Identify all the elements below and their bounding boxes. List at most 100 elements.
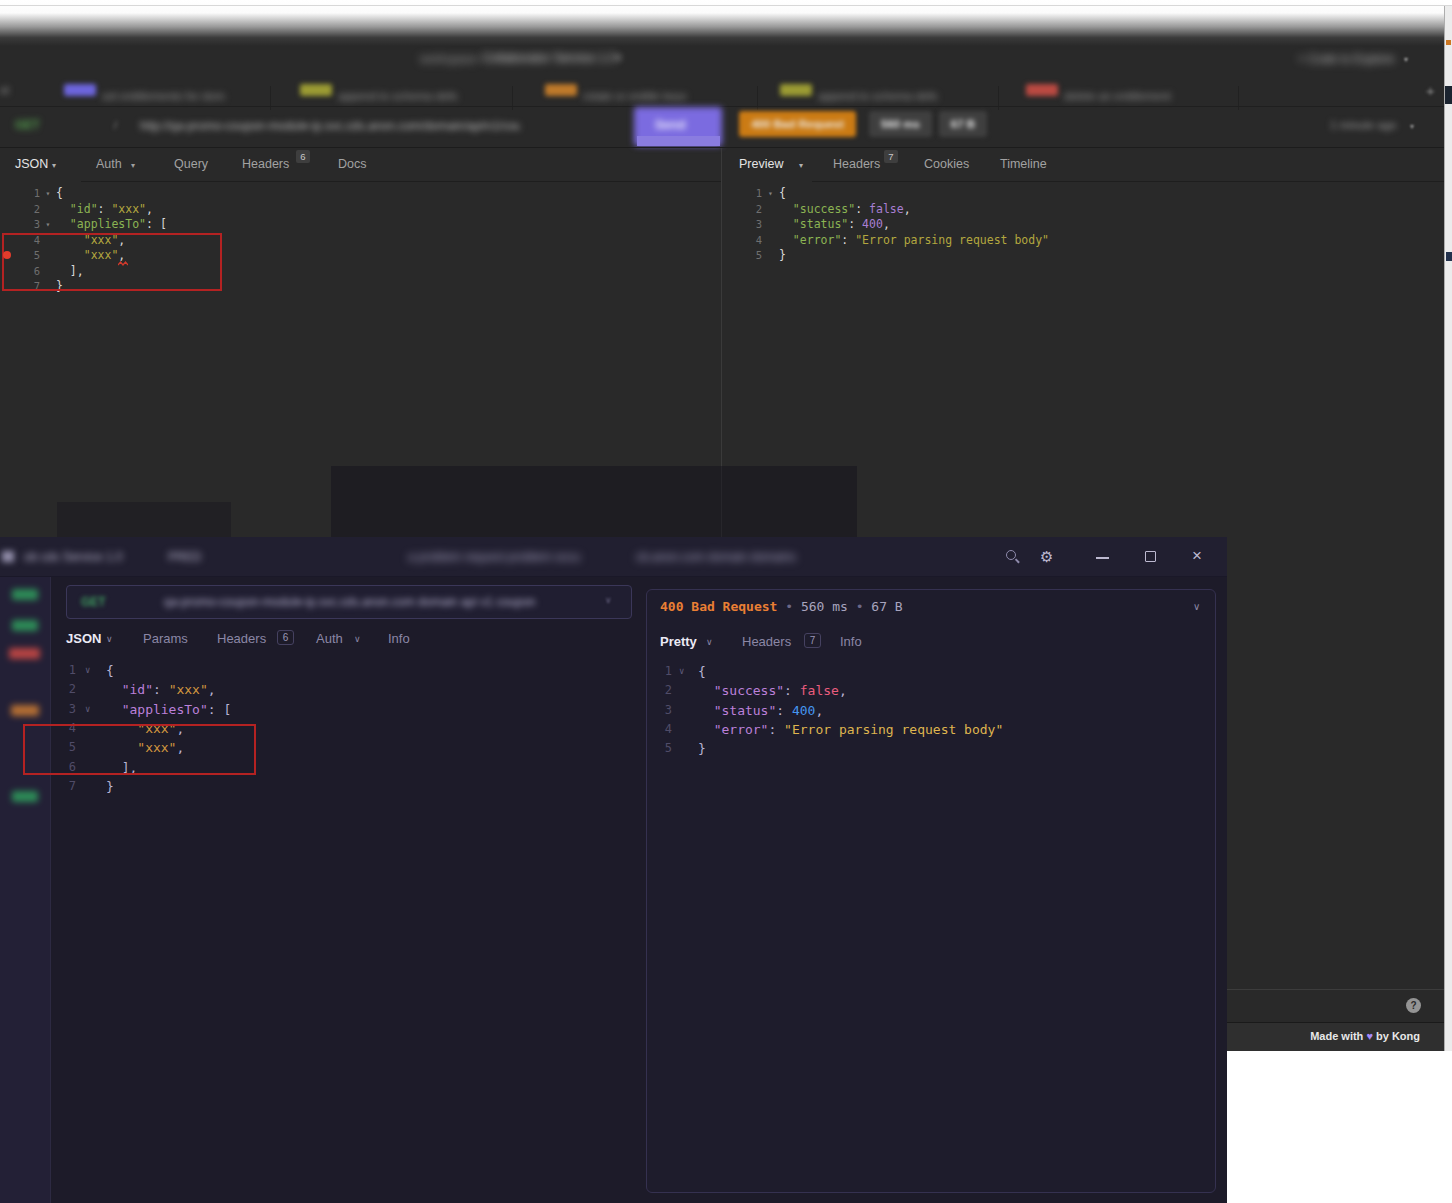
response-time: 560 ms (801, 599, 848, 614)
chevron-down-icon: ▾ (1404, 55, 1408, 64)
divider (0, 147, 1444, 148)
fold-spacer (76, 680, 106, 699)
tab-body-json[interactable]: JSON (15, 157, 48, 171)
fold-toggle-icon[interactable]: ∨ (672, 662, 698, 681)
url-bar[interactable]: GET qa-promo-coupon-module-ip.svc.cds.an… (66, 585, 632, 619)
sliver-fragment (1446, 252, 1452, 261)
titlebar-mid-text: a problem request problem occurred (408, 550, 580, 564)
gear-icon[interactable]: ⚙ (1040, 548, 1053, 566)
response-panel: 400 Bad Request • 560 ms • 67 B ∨ Pretty… (646, 589, 1216, 1193)
url-input[interactable]: qa-promo-coupon-module-ip.svc.cds.anon.c… (164, 595, 601, 609)
tab-response-info[interactable]: Info (840, 634, 862, 649)
code-line: 3∨ "appliesTo": [ (52, 700, 640, 719)
line-number: 5 (721, 248, 762, 264)
code-line: 1▾{ (0, 186, 700, 202)
line-number: 2 (721, 202, 762, 218)
fold-toggle-icon[interactable]: ▾ (40, 186, 56, 202)
headers-count-badge: 6 (296, 150, 310, 163)
request-tab[interactable]: append to schema defs (818, 90, 978, 102)
response-preview[interactable]: 1▾{2 "success": false,3 "status": 400,4 … (721, 186, 1421, 264)
response-body-viewer[interactable]: 1∨{2 "success": false,3 "status": 400,4 … (647, 662, 1207, 759)
line-number: 3 (0, 217, 40, 233)
send-button-bottom (637, 136, 720, 146)
tab-pretty[interactable]: Pretty (660, 634, 697, 649)
time-badge: 560 ms (869, 111, 932, 137)
partial-tab[interactable]: st (0, 84, 9, 96)
tab-params[interactable]: Params (143, 631, 188, 646)
titlebar[interactable]: ob cds Service 1.0 PRED a problem reques… (0, 537, 1227, 577)
new-tab-button[interactable]: + (1426, 82, 1435, 99)
code-line: 2 "success": false, (647, 681, 1207, 700)
line-number: 7 (52, 777, 76, 796)
gutter-error-dot (3, 251, 11, 259)
code-line: 1∨{ (52, 661, 640, 680)
tab-timeline[interactable]: Timeline (1000, 157, 1047, 171)
response-size: 67 B (871, 599, 902, 614)
status-text: 400 Bad Request (660, 599, 777, 614)
tab-underline (81, 181, 721, 182)
chevron-down-icon: ∨ (354, 634, 361, 644)
code-line: 3▾ "appliesTo": [ (0, 217, 700, 233)
chevron-down-icon[interactable]: ∨ (1193, 601, 1200, 612)
tab-info[interactable]: Info (388, 631, 410, 646)
bg-workspace-label[interactable]: workspace (420, 52, 477, 66)
code-line: 3 "status": 400, (721, 217, 1421, 233)
line-number: 2 (52, 680, 76, 699)
tab-auth[interactable]: Auth (316, 631, 343, 646)
tab-headers[interactable]: Headers (242, 157, 289, 171)
request-tab[interactable]: rotate or entitle keys (583, 90, 743, 102)
code-line: 4 "error": "Error parsing request body" (647, 720, 1207, 739)
fold-spacer (672, 701, 698, 720)
fold-spacer (40, 202, 56, 218)
tab-docs[interactable]: Docs (338, 157, 366, 171)
fold-toggle-icon[interactable]: ▾ (762, 186, 779, 202)
code-line: 3 "status": 400, (647, 701, 1207, 720)
tab-body-json[interactable]: JSON (66, 631, 101, 646)
minimize-button[interactable] (1096, 557, 1109, 559)
request-tab[interactable]: append to schema defs (338, 90, 498, 102)
sliver-fragment (1445, 86, 1452, 104)
sidebar-request-badge[interactable] (12, 620, 38, 631)
tab-preview[interactable]: Preview (739, 157, 783, 171)
request-tab[interactable]: set entitlements for dom (102, 90, 262, 102)
sidebar-request-badge[interactable] (11, 705, 39, 716)
document-title[interactable]: PRED (168, 550, 216, 564)
titlebar-fragment (2, 551, 14, 562)
maximize-button[interactable] (1145, 551, 1156, 562)
redaction-overlay (57, 502, 231, 540)
tab-method-badge (545, 84, 577, 96)
tab-auth[interactable]: Auth (96, 157, 122, 171)
tab-query[interactable]: Query (174, 157, 208, 171)
history-dropdown[interactable]: 1 minute ago (1330, 119, 1397, 131)
bg-right-action[interactable]: + Code to Explore (1298, 52, 1394, 66)
workspace-title[interactable]: ob cds Service 1.0 (24, 550, 149, 564)
bg-window-title[interactable]: Collaborator Service 1.0 (482, 51, 616, 65)
adjacent-window-sliver (1444, 6, 1452, 1051)
url-input[interactable]: http://qa-promo-coupon-module-ip.svc.cds… (140, 119, 520, 133)
tab-response-headers[interactable]: Headers (833, 157, 880, 171)
bg-title-plus[interactable]: + (615, 51, 622, 65)
search-icon-handle (1015, 558, 1020, 563)
tab-cookies[interactable]: Cookies (924, 157, 969, 171)
line-number: 2 (647, 681, 672, 700)
help-button[interactable]: ? (1406, 998, 1421, 1013)
request-tab[interactable]: delete an entitlement (1064, 90, 1224, 102)
chevron-down-icon: ▾ (52, 161, 56, 170)
line-number: 1 (721, 186, 762, 202)
sidebar-request-badge[interactable] (9, 648, 40, 659)
tab-response-headers[interactable]: Headers (742, 634, 791, 649)
fold-spacer (672, 720, 698, 739)
foreground-app-window: ob cds Service 1.0 PRED a problem reques… (0, 537, 1227, 1203)
credit-text: Made with (1310, 1030, 1363, 1042)
close-button[interactable]: × (1192, 546, 1202, 566)
code-line: 2 "success": false, (721, 202, 1421, 218)
fold-toggle-icon[interactable]: ∨ (76, 700, 106, 719)
fold-toggle-icon[interactable]: ▾ (40, 217, 56, 233)
annotation-rectangle (23, 724, 256, 775)
tab-underline (812, 181, 1444, 182)
fold-toggle-icon[interactable]: ∨ (76, 661, 106, 680)
lint-squiggle (118, 261, 128, 266)
sidebar-request-badge[interactable] (12, 589, 38, 600)
sidebar-request-badge[interactable] (12, 791, 38, 802)
tab-headers[interactable]: Headers (217, 631, 266, 646)
